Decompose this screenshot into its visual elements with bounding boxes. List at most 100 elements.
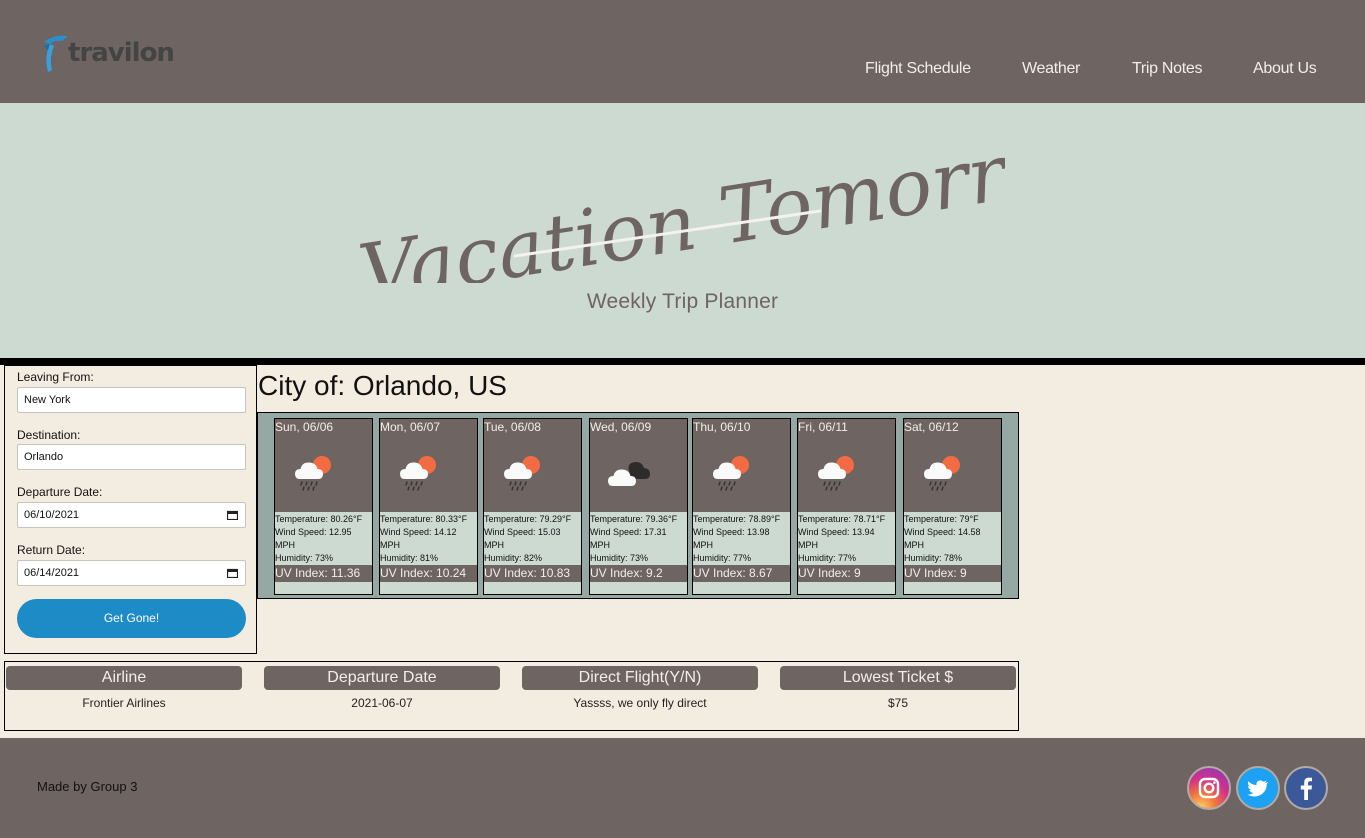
col-header-direct-flight: Direct Flight(Y/N) (522, 666, 758, 690)
forecast-day-card: Sat, 06/12 Temperature: 79°F Wind Speed: 1… (903, 418, 1002, 595)
forecast-day-card: Tue, 06/08 Temperature: 79.29°F Wind Speed… (483, 418, 582, 595)
day-uv-index: UV Index: 9 (904, 565, 1001, 582)
day-header: Fri, 06/11 (798, 419, 895, 512)
forecast-day-card: Sun, 06/06 Temperature: 80.26°F Wind Speed… (274, 418, 373, 595)
day-uv-index: UV Index: 11.36 (275, 565, 372, 582)
day-temperature: Temperature: 79°F (904, 514, 979, 524)
day-humidity: Humidity: 73% (590, 553, 649, 563)
forecast-panel: Sun, 06/06 Temperature: 80.26°F Wind Speed… (257, 412, 1019, 599)
forecast-day-card: Fri, 06/11 Temperature: 78.71°F Wind Speed… (797, 418, 896, 595)
forecast-day-card: Wed, 06/09 Temperature: 79.36°F Wind Speed… (589, 418, 688, 595)
day-temperature: Temperature: 80.33°F (380, 514, 468, 524)
hero-divider (0, 358, 1365, 365)
day-humidity: Humidity: 77% (693, 553, 752, 563)
forecast-day-card: Mon, 06/07 Temperature: 80.33°F Wind Speed… (379, 418, 478, 595)
day-uv-index: UV Index: 9.2 (590, 565, 687, 582)
get-gone-button[interactable]: Get Gone! (17, 599, 246, 638)
day-wind-speed: Wind Speed: 13.98 MPH (693, 527, 770, 550)
cell-departure-date: 2021-06-07 (351, 696, 413, 710)
footer-credit: Made by Group 3 (37, 779, 138, 794)
day-date: Sun, 06/06 (275, 420, 334, 434)
hero-subtitle: Weekly Trip Planner (586, 290, 779, 313)
flight-table: Airline Departure Date Direct Flight(Y/N… (4, 661, 1019, 731)
day-date: Sat, 06/12 (904, 420, 959, 434)
day-temperature: Temperature: 79.29°F (484, 514, 572, 524)
day-header: Tue, 06/08 (484, 419, 581, 512)
hero-title-script: Vacation Tomorrow (353, 123, 1005, 283)
calendar-icon[interactable] (227, 568, 238, 578)
leaving-label: Leaving From: (17, 370, 94, 384)
return-date-value: 06/14/2021 (24, 567, 80, 579)
day-date: Thu, 06/10 (693, 420, 751, 434)
facebook-icon[interactable] (1284, 766, 1328, 810)
day-details: Temperature: 80.33°F Wind Speed: 14.12 MP… (380, 513, 477, 582)
day-date: Wed, 06/09 (590, 420, 652, 434)
cell-lowest-ticket: $75 (887, 696, 909, 710)
return-date-input[interactable]: 06/14/2021 (17, 560, 246, 586)
day-uv-index: UV Index: 8.67 (693, 565, 790, 582)
main-nav: Flight Schedule Weather Trip Notes About… (0, 60, 1365, 80)
hero-title-text: Vacation Tomorrow (353, 123, 1005, 283)
col-header-airline: Airline (6, 666, 242, 690)
cloudy-icon (607, 453, 651, 491)
day-details: Temperature: 78.71°F Wind Speed: 13.94 MP… (798, 513, 895, 582)
col-header-lowest-ticket: Lowest Ticket $ (780, 666, 1016, 690)
day-header: Mon, 06/07 (380, 419, 477, 512)
rain-sun-icon (710, 453, 754, 491)
forecast-day-card: Thu, 06/10 Temperature: 78.89°F Wind Speed… (692, 418, 791, 595)
footer: Made by Group 3 (0, 738, 1365, 838)
day-temperature: Temperature: 78.89°F (693, 514, 781, 524)
day-header: Thu, 06/10 (693, 419, 790, 512)
day-uv-index: UV Index: 10.24 (380, 565, 477, 582)
instagram-icon[interactable] (1187, 766, 1231, 810)
day-details: Temperature: 78.89°F Wind Speed: 13.98 MP… (693, 513, 790, 582)
leaving-input[interactable]: New York (17, 387, 246, 413)
departure-date-input[interactable]: 06/10/2021 (17, 502, 246, 528)
day-wind-speed: Wind Speed: 13.94 MPH (798, 527, 875, 550)
day-date: Fri, 06/11 (798, 420, 848, 434)
destination-label: Destination: (17, 428, 81, 442)
day-uv-index: UV Index: 10.83 (484, 565, 581, 582)
rain-sun-icon (921, 453, 965, 491)
day-wind-speed: Wind Speed: 14.12 MPH (380, 527, 457, 550)
day-humidity: Humidity: 77% (798, 553, 857, 563)
cell-airline: Frontier Airlines (82, 696, 166, 710)
day-header: Wed, 06/09 (590, 419, 687, 512)
day-header: Sun, 06/06 (275, 419, 372, 512)
nav-about-us[interactable]: About Us (1253, 60, 1317, 78)
rain-sun-icon (292, 453, 336, 491)
cell-direct-flight: Yassss, we only fly direct (573, 696, 707, 710)
trip-form: Leaving From: New York Destination: Orla… (4, 365, 257, 654)
hero-banner: Vacation Tomorrow Weekly Trip Planner (0, 103, 1365, 358)
day-wind-speed: Wind Speed: 17.31 MPH (590, 527, 667, 550)
day-wind-speed: Wind Speed: 15.03 MPH (484, 527, 561, 550)
day-header: Sat, 06/12 (904, 419, 1001, 512)
day-temperature: Temperature: 78.71°F (798, 514, 886, 524)
nav-flight-schedule[interactable]: Flight Schedule (865, 60, 971, 78)
city-title: City of: Orlando, US (258, 370, 507, 401)
nav-weather[interactable]: Weather (1022, 60, 1080, 78)
day-details: Temperature: 80.26°F Wind Speed: 12.95 MP… (275, 513, 372, 582)
return-label: Return Date: (17, 543, 86, 557)
day-details: Temperature: 79.36°F Wind Speed: 17.31 MP… (590, 513, 687, 582)
departure-label: Departure Date: (17, 485, 103, 499)
day-temperature: Temperature: 80.26°F (275, 514, 363, 524)
nav-trip-notes[interactable]: Trip Notes (1132, 60, 1203, 78)
day-date: Tue, 06/08 (484, 420, 541, 434)
destination-input[interactable]: Orlando (17, 444, 246, 470)
day-humidity: Humidity: 78% (904, 553, 963, 563)
departure-date-value: 06/10/2021 (24, 509, 80, 521)
col-header-departure-date: Departure Date (264, 666, 500, 690)
day-humidity: Humidity: 82% (484, 553, 543, 563)
calendar-icon[interactable] (227, 510, 238, 520)
top-navbar: travilon Flight Schedule Weather Trip No… (0, 0, 1365, 103)
day-uv-index: UV Index: 9 (798, 565, 895, 582)
twitter-icon[interactable] (1236, 766, 1280, 810)
day-wind-speed: Wind Speed: 14.58 MPH (904, 527, 981, 550)
day-temperature: Temperature: 79.36°F (590, 514, 678, 524)
day-details: Temperature: 79°F Wind Speed: 14.58 MPH Hu… (904, 513, 1001, 582)
day-date: Mon, 06/07 (380, 420, 441, 434)
rain-sun-icon (397, 453, 441, 491)
day-details: Temperature: 79.29°F Wind Speed: 15.03 MP… (484, 513, 581, 582)
day-wind-speed: Wind Speed: 12.95 MPH (275, 527, 352, 550)
